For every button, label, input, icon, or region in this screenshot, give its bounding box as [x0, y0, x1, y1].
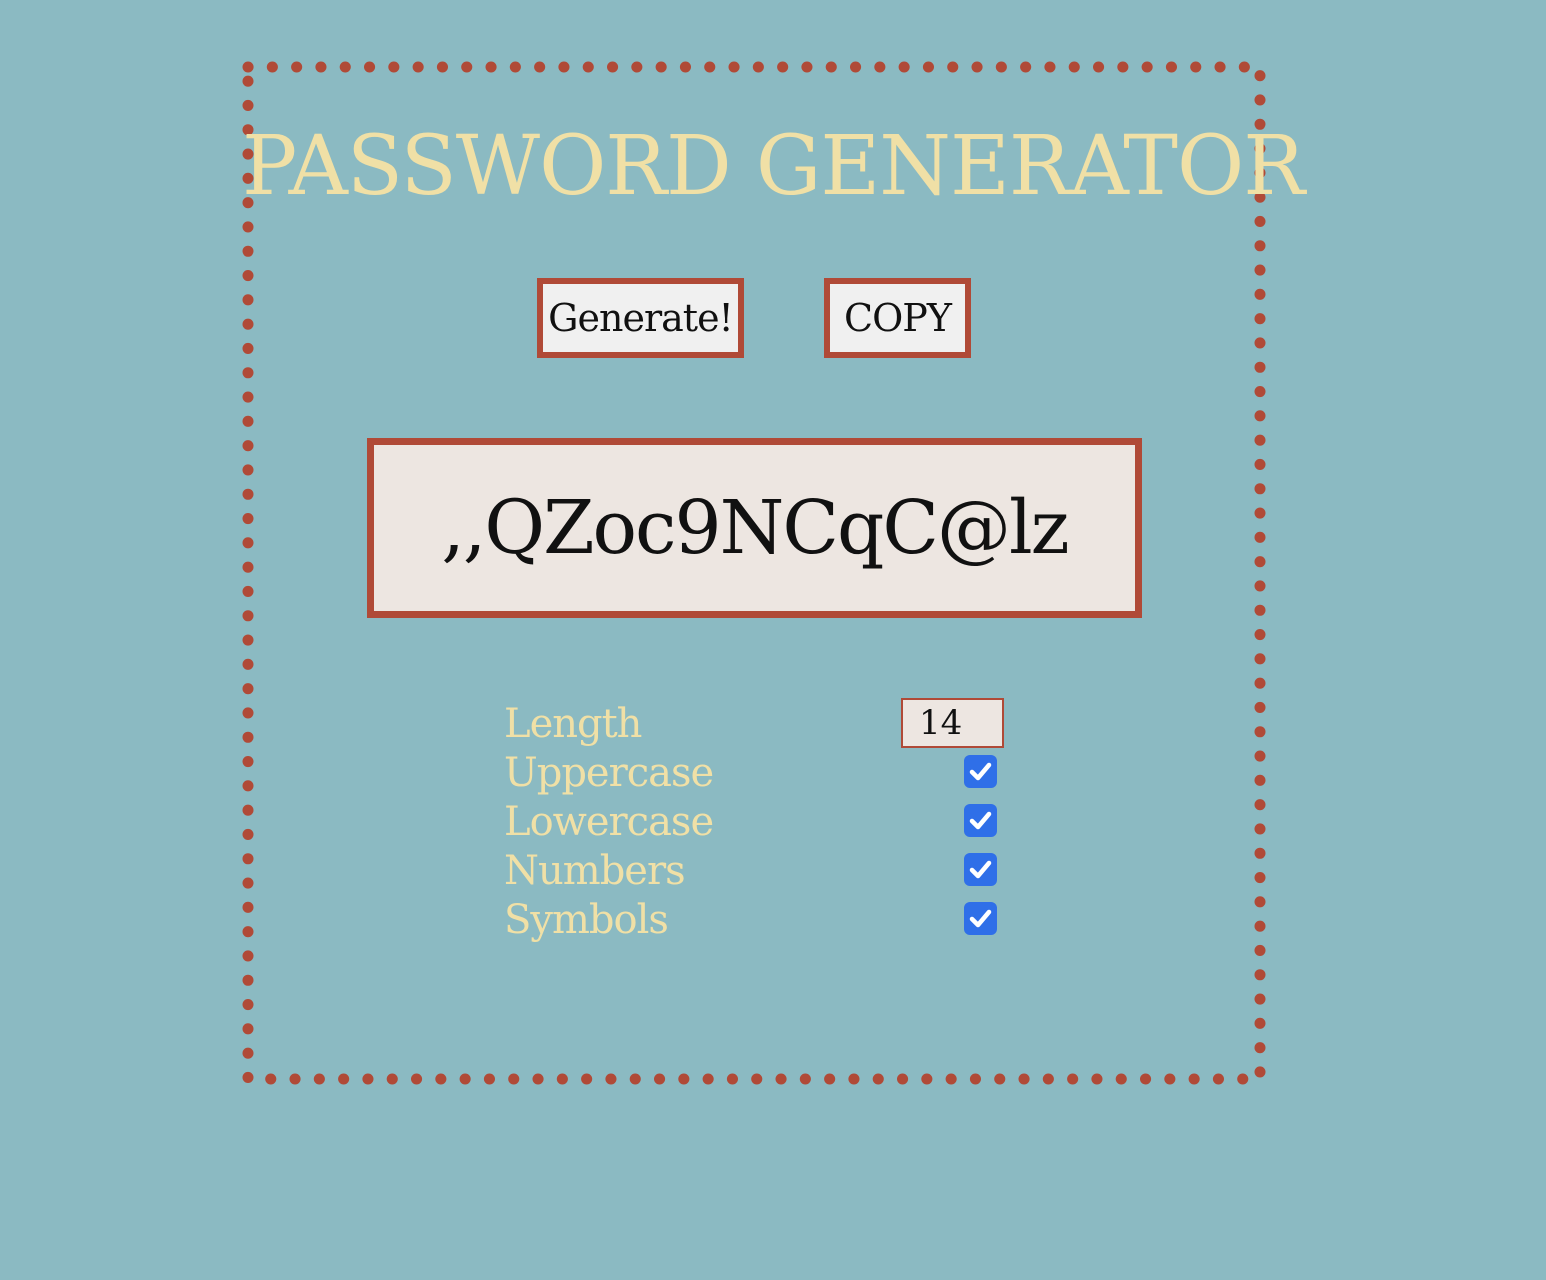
uppercase-checkbox[interactable] — [964, 755, 997, 788]
length-input[interactable] — [901, 698, 1004, 748]
checkmark-icon — [969, 811, 992, 830]
checkmark-icon — [969, 909, 992, 928]
numbers-label: Numbers — [504, 848, 686, 894]
generate-button[interactable]: Generate! — [537, 278, 744, 358]
numbers-checkbox[interactable] — [964, 853, 997, 886]
length-label: Length — [504, 701, 642, 747]
symbols-checkbox[interactable] — [964, 902, 997, 935]
page-title: PASSWORD GENERATOR — [242, 119, 1305, 214]
copy-button[interactable]: COPY — [824, 278, 971, 358]
checkmark-icon — [969, 860, 992, 879]
lowercase-checkbox[interactable] — [964, 804, 997, 837]
checkmark-icon — [969, 762, 992, 781]
lowercase-label: Lowercase — [504, 799, 714, 845]
uppercase-label: Uppercase — [504, 750, 714, 796]
password-output[interactable]: ,,QZoc9NCqC@lz — [367, 438, 1142, 618]
symbols-label: Symbols — [504, 897, 669, 943]
